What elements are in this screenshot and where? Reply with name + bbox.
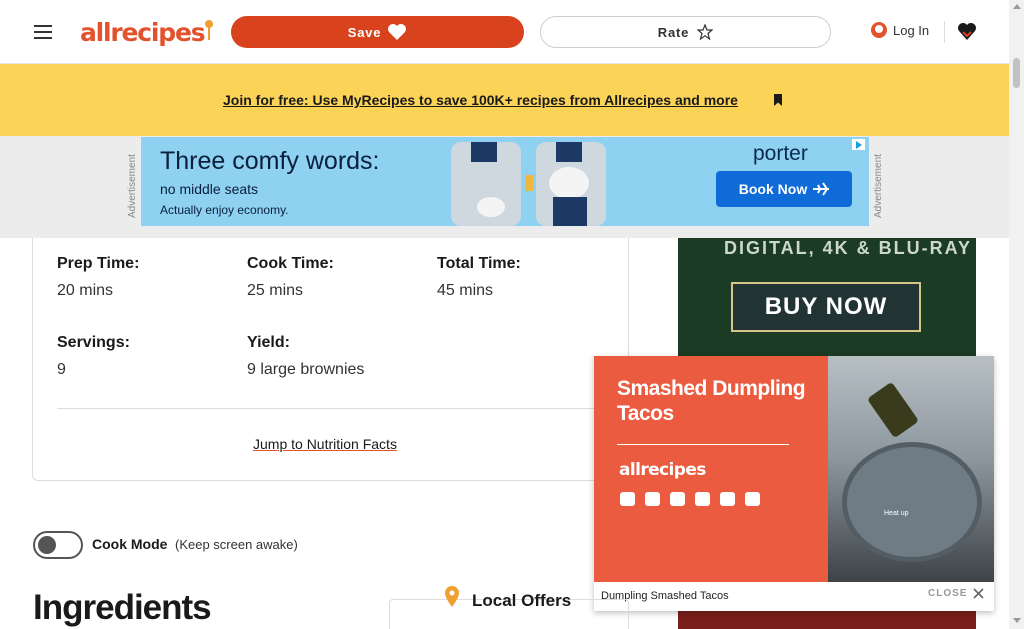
rate-label: Rate — [657, 24, 690, 40]
cook-mode-sublabel[interactable]: (Keep screen awake) — [175, 537, 298, 552]
ad-book-now-button[interactable]: Book Now — [716, 171, 852, 207]
scroll-up-icon[interactable] — [1013, 4, 1021, 9]
instagram-icon — [670, 492, 685, 506]
x-icon — [720, 492, 735, 506]
recipe-page: allrecipes Save Rate Log In Join for fre… — [0, 0, 1024, 629]
top-advertisement[interactable]: Three comfy words: no middle seats Actua… — [141, 137, 869, 226]
ad-line2: Actually enjoy economy. — [160, 203, 289, 217]
servings-value: 9 — [57, 361, 66, 378]
ad-label-left: Advertisement — [127, 154, 138, 218]
cook-time-label: Cook Time: — [247, 255, 334, 272]
rate-button[interactable]: Rate — [540, 16, 831, 48]
save-button[interactable]: Save — [231, 16, 524, 48]
prep-time-label: Prep Time: — [57, 255, 140, 272]
buy-now-button[interactable]: BUY NOW — [731, 282, 921, 332]
frying-pan-image — [842, 442, 982, 562]
video-logo: allrecipes — [619, 460, 706, 480]
facebook-icon — [695, 492, 710, 506]
login-label: Log In — [893, 22, 930, 38]
ad-line1: no middle seats — [160, 181, 259, 197]
prep-time-value: 20 mins — [57, 282, 114, 299]
join-banner-link[interactable]: Join for free: Use MyRecipes to save 100… — [223, 92, 738, 108]
login-button[interactable]: Log In — [871, 22, 929, 38]
bookmark-icon[interactable] — [772, 94, 784, 106]
video-player-popup[interactable]: Smashed Dumpling Tacos allrecipes Heat u… — [594, 356, 994, 611]
site-logo[interactable]: allrecipes — [80, 17, 214, 47]
video-close-button[interactable]: CLOSE — [928, 588, 985, 599]
servings-label: Servings: — [57, 334, 130, 351]
video-title-rule — [617, 444, 789, 445]
header-divider — [944, 21, 945, 43]
airplane-seat-illustration — [451, 142, 606, 226]
cook-mode-toggle[interactable] — [33, 531, 83, 559]
video-close-label: CLOSE — [928, 588, 968, 599]
site-header: allrecipes Save Rate Log In — [0, 0, 1009, 64]
yield-label: Yield: — [247, 334, 290, 351]
menu-icon[interactable] — [32, 18, 54, 44]
save-label: Save — [347, 24, 382, 40]
ingredients-heading: Ingredients — [33, 588, 212, 627]
tiktok-icon — [645, 492, 660, 506]
ad-cta-label: Book Now — [738, 181, 808, 197]
saved-recipes-heart-icon[interactable] — [957, 20, 977, 42]
location-pin-icon — [445, 586, 459, 607]
plane-icon — [813, 182, 830, 196]
social-icons — [620, 492, 760, 506]
scroll-down-icon[interactable] — [1013, 618, 1021, 623]
user-icon — [871, 22, 887, 38]
jump-to-nutrition-link[interactable]: Jump to Nutrition Facts — [253, 436, 397, 452]
page-scrollbar[interactable] — [1009, 0, 1024, 629]
cook-mode-label: Cook Mode — [92, 536, 168, 552]
scroll-thumb[interactable] — [1013, 58, 1020, 88]
star-icon — [697, 24, 714, 40]
logo-text: allrecipes — [80, 17, 206, 47]
local-offers-title: Local Offers — [472, 591, 572, 610]
total-time-value: 45 mins — [437, 282, 494, 299]
ad-label-right: Advertisement — [873, 154, 884, 218]
ad-brand: porter — [753, 142, 808, 165]
yield-value: 9 large brownies — [247, 361, 365, 378]
ad-headline: Three comfy words: — [160, 147, 380, 175]
card-divider — [57, 408, 604, 409]
sidebar-ad-text: DIGITAL, 4K & BLU-RAY — [724, 238, 973, 258]
adchoices-icon[interactable] — [852, 139, 865, 150]
close-icon — [973, 588, 985, 599]
youtube-icon — [620, 492, 635, 506]
pinterest-icon — [745, 492, 760, 506]
video-title: Smashed Dumpling Tacos — [617, 377, 806, 425]
total-time-label: Total Time: — [437, 255, 521, 272]
toggle-knob — [38, 536, 56, 554]
video-overlay-text: Heat up — [884, 510, 909, 517]
cook-time-value: 25 mins — [247, 282, 304, 299]
video-frame[interactable]: Smashed Dumpling Tacos allrecipes Heat u… — [594, 356, 994, 582]
heart-icon — [388, 24, 407, 40]
